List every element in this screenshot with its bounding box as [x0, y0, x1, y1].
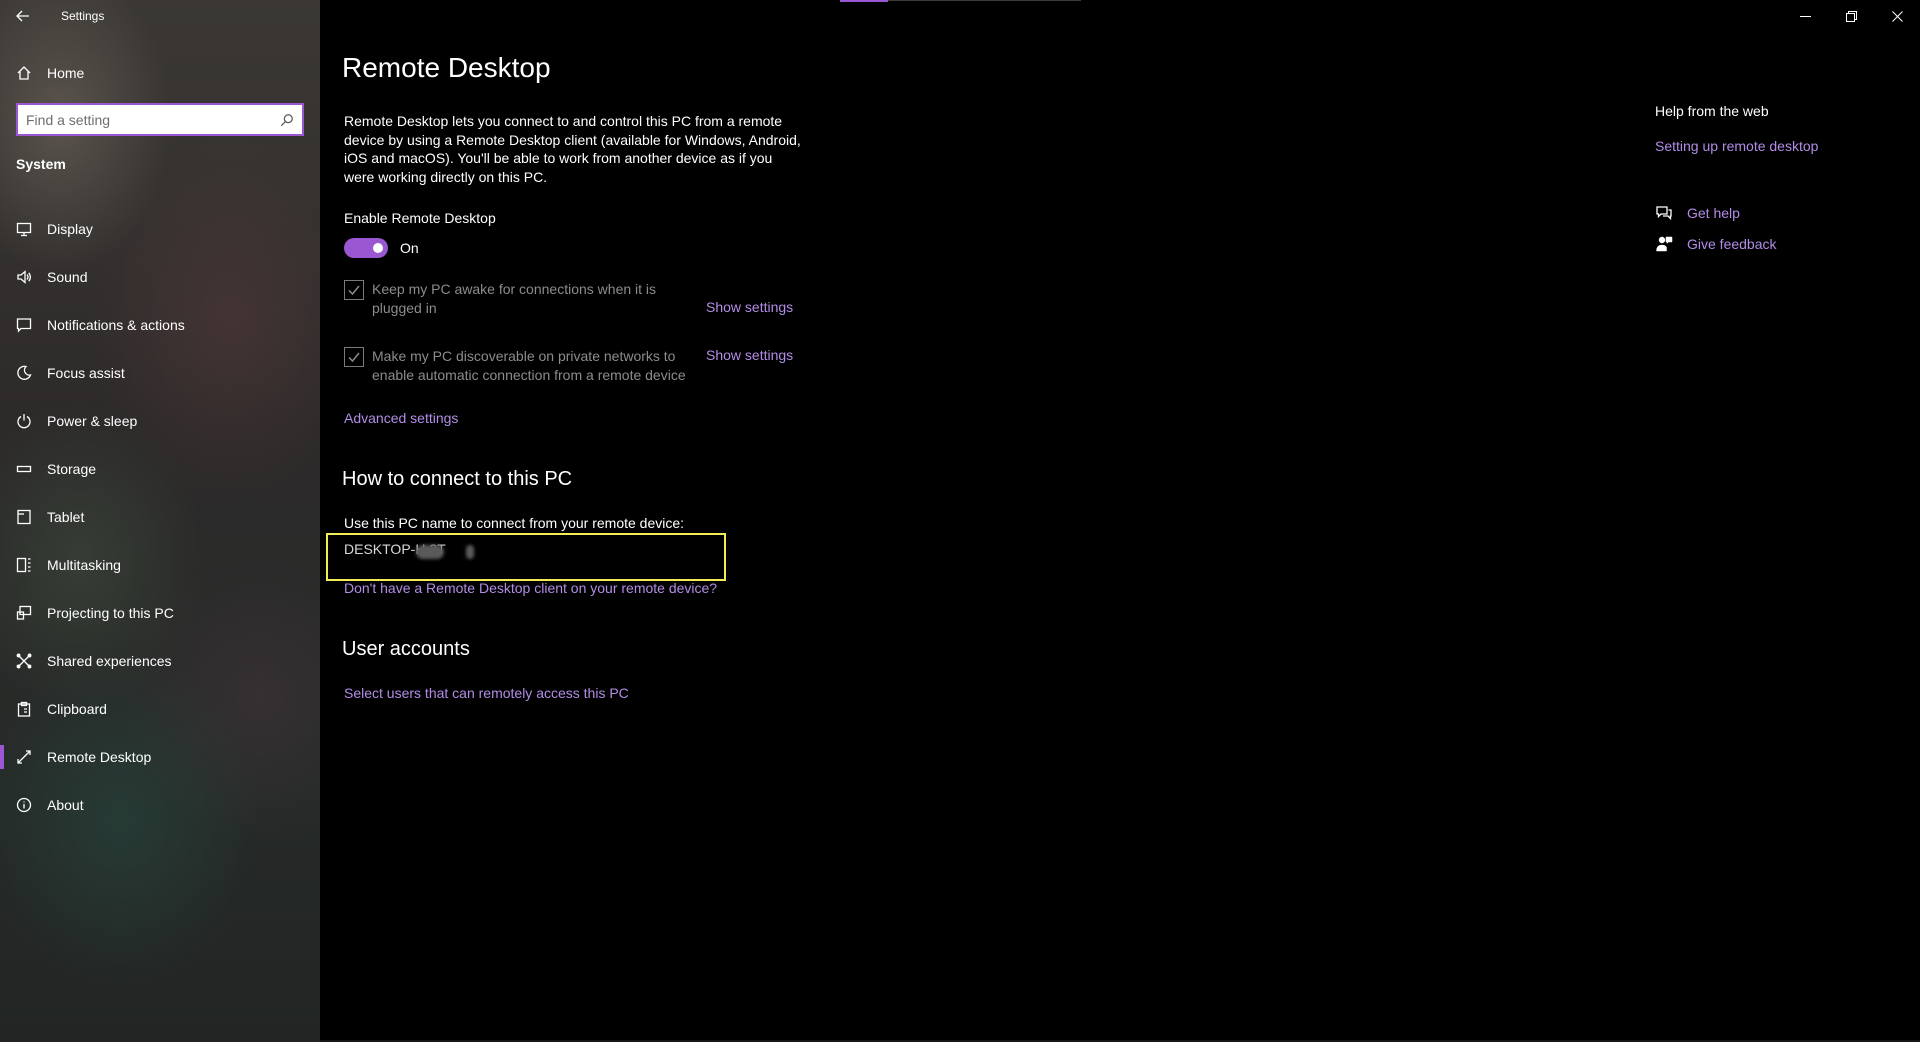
main-content: Remote Desktop Remote Desktop lets you c… [320, 0, 1920, 1042]
back-button[interactable] [0, 0, 46, 32]
setting-up-remote-desktop-link[interactable]: Setting up remote desktop [1655, 138, 1818, 154]
sidebar-item-tablet[interactable]: Tablet [0, 493, 320, 541]
show-settings-link-discoverable[interactable]: Show settings [706, 347, 793, 363]
sidebar-item-shared-experiences[interactable]: Shared experiences [0, 637, 320, 685]
advanced-settings-link[interactable]: Advanced settings [344, 410, 458, 426]
sidebar-item-label: About [47, 797, 84, 813]
feedback-icon [1656, 236, 1673, 252]
settings-window: Settings Home System Display [0, 0, 1920, 1042]
sidebar-item-label: Sound [47, 269, 88, 285]
sidebar-item-power-sleep[interactable]: Power & sleep [0, 397, 320, 445]
info-icon [16, 797, 32, 813]
sidebar-item-focus-assist[interactable]: Focus assist [0, 349, 320, 397]
section-heading-system: System [16, 156, 66, 172]
sidebar-item-label: Multitasking [47, 557, 121, 573]
top-accent-track [888, 0, 1081, 1]
give-feedback-label: Give feedback [1687, 236, 1777, 252]
sidebar-item-label: Display [47, 221, 93, 237]
keep-awake-label: Keep my PC awake for connections when it… [372, 281, 657, 316]
enable-remote-desktop-label: Enable Remote Desktop [344, 210, 496, 226]
multitasking-icon [16, 557, 32, 573]
close-icon [1891, 10, 1903, 22]
keep-awake-row: Keep my PC awake for connections when it… [344, 280, 702, 317]
notification-icon [16, 317, 32, 333]
sidebar-item-label: Focus assist [47, 365, 125, 381]
search-icon[interactable] [272, 105, 302, 134]
discoverable-label: Make my PC discoverable on private netwo… [372, 348, 686, 383]
sidebar-item-multitasking[interactable]: Multitasking [0, 541, 320, 589]
close-button[interactable] [1874, 0, 1920, 32]
help-title: Help from the web [1655, 103, 1769, 119]
sidebar-item-label: Storage [47, 461, 97, 477]
nav-home-label: Home [47, 65, 85, 81]
checkmark-icon [348, 352, 360, 363]
enable-remote-desktop-row: On [344, 238, 419, 258]
speaker-icon [16, 269, 32, 285]
checkmark-icon [348, 285, 360, 296]
toggle-state-label: On [400, 240, 419, 256]
display-icon [16, 221, 32, 237]
sidebar-item-label: Shared experiences [47, 653, 172, 669]
enable-remote-desktop-toggle[interactable] [344, 238, 388, 258]
no-client-link[interactable]: Don't have a Remote Desktop client on yo… [344, 580, 717, 596]
get-help-action[interactable]: Get help [1655, 204, 1740, 222]
window-controls [1782, 0, 1920, 32]
tablet-icon [16, 509, 32, 525]
show-settings-link-awake[interactable]: Show settings [706, 299, 793, 315]
moon-icon [16, 365, 32, 381]
discoverable-checkbox[interactable] [344, 347, 364, 367]
power-icon [16, 413, 32, 429]
sidebar-item-clipboard[interactable]: Clipboard [0, 685, 320, 733]
sidebar-item-label: Power & sleep [47, 413, 138, 429]
restore-icon [1845, 10, 1857, 22]
sidebar-item-label: Remote Desktop [47, 749, 152, 765]
redaction-blur [416, 545, 444, 559]
restore-button[interactable] [1828, 0, 1874, 32]
nav-home[interactable]: Home [0, 56, 320, 90]
shared-experiences-icon [16, 653, 32, 669]
page-title: Remote Desktop [342, 52, 551, 83]
sidebar-item-display[interactable]: Display [0, 205, 320, 253]
back-arrow-icon [16, 10, 29, 22]
remote-desktop-icon [16, 749, 32, 765]
give-feedback-action[interactable]: Give feedback [1655, 235, 1777, 253]
sidebar: Settings Home System Display [0, 0, 320, 1042]
sidebar-item-about[interactable]: About [0, 781, 320, 829]
sidebar-item-label: Notifications & actions [47, 317, 185, 333]
pc-name-highlight-box: DESKTOP-H 3T [326, 533, 726, 581]
minimize-icon [1799, 15, 1811, 17]
sidebar-item-sound[interactable]: Sound [0, 253, 320, 301]
get-help-icon [1656, 206, 1672, 221]
sidebar-item-projecting[interactable]: Projecting to this PC [0, 589, 320, 637]
sidebar-item-label: Tablet [47, 509, 85, 525]
sidebar-item-notifications[interactable]: Notifications & actions [0, 301, 320, 349]
clipboard-icon [16, 701, 32, 717]
sidebar-item-label: Clipboard [47, 701, 107, 717]
select-users-link[interactable]: Select users that can remotely access th… [344, 685, 629, 701]
sidebar-item-storage[interactable]: Storage [0, 445, 320, 493]
projecting-icon [16, 605, 32, 621]
top-accent-bar [840, 0, 888, 2]
user-accounts-heading: User accounts [342, 638, 470, 660]
storage-icon [16, 461, 32, 477]
minimize-button[interactable] [1782, 0, 1828, 32]
discoverable-row: Make my PC discoverable on private netwo… [344, 347, 702, 384]
get-help-label: Get help [1687, 205, 1740, 221]
description-text: Remote Desktop lets you connect to and c… [344, 113, 801, 185]
home-icon [16, 65, 32, 81]
connect-heading: How to connect to this PC [342, 468, 573, 490]
pc-name-label: Use this PC name to connect from your re… [344, 515, 685, 531]
nav-list: Display Sound Notifications & actions Fo… [0, 205, 320, 829]
sidebar-item-remote-desktop[interactable]: Remote Desktop [0, 733, 320, 781]
keep-awake-checkbox[interactable] [344, 280, 364, 300]
title-bar: Settings [0, 0, 104, 32]
redaction-blur [466, 545, 474, 559]
toggle-knob [373, 243, 383, 253]
app-title: Settings [61, 9, 105, 23]
search-box[interactable] [16, 103, 304, 136]
sidebar-item-label: Projecting to this PC [47, 605, 174, 621]
search-input[interactable] [18, 105, 272, 134]
